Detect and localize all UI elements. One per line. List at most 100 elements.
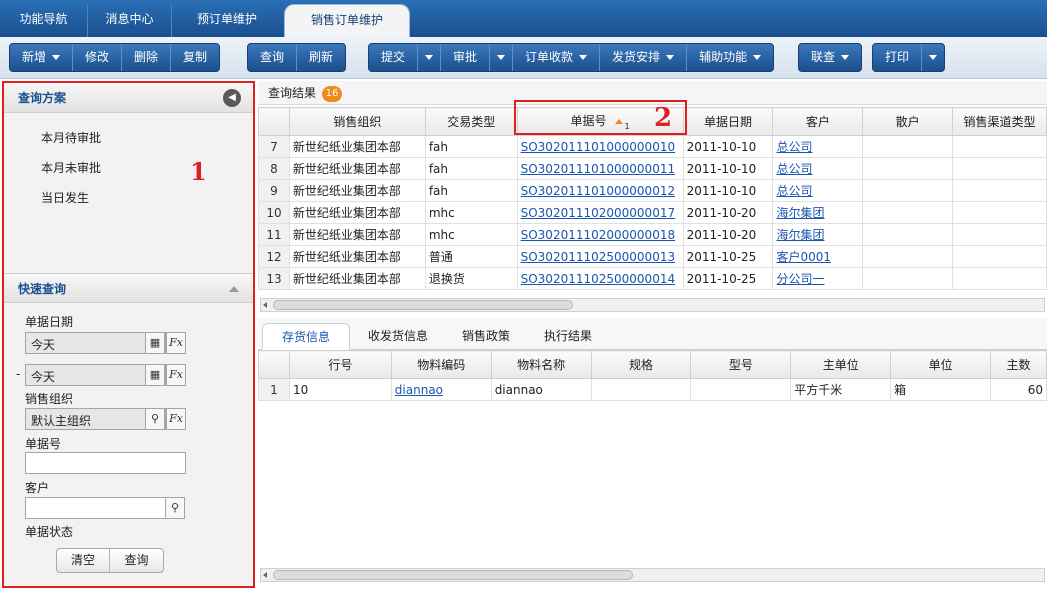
scrollbar-thumb[interactable] (273, 570, 633, 580)
table-row[interactable]: 12 新世纪纸业集团本部 普通 SO302011102500000013 201… (258, 245, 1047, 268)
customer-input[interactable]: ⚲ (25, 497, 185, 519)
col-header-main-unit[interactable]: 主单位 (790, 350, 892, 379)
results-horizontal-scrollbar[interactable] (260, 298, 1045, 312)
tab-preorder[interactable]: 预订单维护 (172, 4, 282, 37)
search-icon[interactable]: ⚲ (165, 497, 185, 519)
col-header-main-qty[interactable]: 主数 (990, 350, 1047, 379)
col-header-line-no[interactable]: 行号 (288, 350, 392, 379)
col-header-spec[interactable]: 规格 (590, 350, 692, 379)
customer-link[interactable]: 总公司 (776, 162, 812, 176)
table-row[interactable]: 11 新世纪纸业集团本部 mhc SO302011102000000018 20… (258, 223, 1047, 246)
cell-customer[interactable]: 海尔集团 (772, 223, 864, 246)
customer-link[interactable]: 分公司一 (776, 272, 824, 286)
col-header-channel-type[interactable]: 销售渠道类型 (952, 107, 1047, 136)
table-row[interactable]: 13 新世纪纸业集团本部 退换货 SO302011102500000014 20… (258, 267, 1047, 290)
cell-material-code[interactable]: diannao (390, 378, 492, 401)
clear-button[interactable]: 清空 (57, 549, 110, 572)
cell-doc-no[interactable]: SO302011101000000011 (516, 157, 684, 180)
customer-link[interactable]: 海尔集团 (776, 228, 824, 242)
doc-no-link[interactable]: SO302011102500000013 (521, 250, 676, 264)
tab-shipping-info[interactable]: 收发货信息 (354, 323, 442, 350)
table-row[interactable]: 9 新世纪纸业集团本部 fah SO302011101000000012 201… (258, 179, 1047, 202)
collapse-left-icon[interactable]: ◀ (223, 89, 241, 107)
tab-inventory-info[interactable]: 存货信息 (262, 323, 350, 350)
tab-message-center[interactable]: 消息中心 (88, 4, 172, 37)
col-header-material-name[interactable]: 物料名称 (490, 350, 592, 379)
auxiliary-button[interactable]: 辅助功能 (687, 44, 773, 71)
customer-link[interactable]: 客户0001 (776, 250, 831, 264)
cell-doc-no[interactable]: SO302011102000000017 (516, 201, 684, 224)
col-header-trade-type[interactable]: 交易类型 (424, 107, 518, 136)
col-header-model[interactable]: 型号 (690, 350, 792, 379)
scrollbar-thumb[interactable] (273, 300, 573, 310)
cell-doc-no[interactable]: SO302011101000000012 (516, 179, 684, 202)
doc-no-link[interactable]: SO302011102000000018 (521, 228, 676, 242)
material-code-link[interactable]: diannao (395, 383, 443, 397)
cell-customer[interactable]: 客户0001 (772, 245, 864, 268)
cell-doc-no[interactable]: SO302011102500000014 (516, 267, 684, 290)
tab-function-nav[interactable]: 功能导航 (0, 4, 88, 37)
col-header-doc-date[interactable]: 单据日期 (682, 107, 774, 136)
cell-customer[interactable]: 总公司 (772, 179, 864, 202)
table-row[interactable]: 1 10 diannao diannao 平方千米 箱 60 (258, 378, 1047, 401)
search-icon[interactable]: ⚲ (145, 408, 165, 430)
table-row[interactable]: 8 新世纪纸业集团本部 fah SO302011101000000011 201… (258, 157, 1047, 180)
doc-no-link[interactable]: SO302011101000000010 (521, 140, 676, 154)
customer-link[interactable]: 总公司 (776, 140, 812, 154)
print-button[interactable]: 打印 (873, 44, 923, 71)
cell-customer[interactable]: 总公司 (772, 157, 864, 180)
add-button[interactable]: 新增 (10, 44, 74, 71)
col-header-material-code[interactable]: 物料编码 (390, 350, 492, 379)
table-row[interactable]: 10 新世纪纸业集团本部 mhc SO302011102000000017 20… (258, 201, 1047, 224)
doc-no-link[interactable]: SO302011102500000014 (521, 272, 676, 286)
col-header-customer[interactable]: 客户 (772, 107, 864, 136)
col-header-unit[interactable]: 单位 (890, 350, 991, 379)
query-button[interactable]: 查询 (248, 44, 298, 71)
customer-link[interactable]: 海尔集团 (776, 206, 824, 220)
approve-dropdown[interactable] (490, 44, 514, 71)
cell-doc-no[interactable]: SO302011102000000018 (516, 223, 684, 246)
approve-button[interactable]: 审批 (441, 44, 491, 71)
formula-icon[interactable]: Fx (166, 332, 186, 354)
doc-no-link[interactable]: SO302011101000000011 (521, 162, 676, 176)
calendar-icon[interactable]: ▦ (145, 332, 165, 354)
order-payment-button[interactable]: 订单收款 (513, 44, 601, 71)
detail-horizontal-scrollbar[interactable] (260, 568, 1045, 582)
submit-button[interactable]: 提交 (369, 44, 419, 71)
sales-org-field[interactable]: 默认主组织 ⚲ Fx (25, 408, 186, 430)
calendar-icon[interactable]: ▦ (145, 364, 165, 386)
doc-no-input[interactable] (25, 452, 186, 474)
quick-query-button[interactable]: 查询 (110, 549, 163, 572)
doc-no-link[interactable]: SO302011102000000017 (521, 206, 676, 220)
cell-doc-no[interactable]: SO302011101000000010 (516, 135, 684, 158)
collapse-up-icon[interactable] (229, 286, 239, 292)
doc-no-link[interactable]: SO302011101000000012 (521, 184, 676, 198)
scheme-item-pending-approval[interactable]: 本月待审批 (4, 123, 253, 153)
refresh-button[interactable]: 刷新 (297, 44, 345, 71)
submit-dropdown[interactable] (418, 44, 442, 71)
customer-link[interactable]: 总公司 (776, 184, 812, 198)
print-dropdown[interactable] (922, 44, 944, 71)
formula-icon[interactable]: Fx (166, 408, 186, 430)
tab-sales-order[interactable]: 销售订单维护 (284, 4, 410, 37)
edit-button[interactable]: 修改 (73, 44, 123, 71)
cell-customer[interactable]: 海尔集团 (772, 201, 864, 224)
link-query-button[interactable]: 联查 (799, 44, 861, 71)
scheme-item-unapproved[interactable]: 本月未审批 (4, 153, 253, 183)
date-to-field[interactable]: 今天 ▦ Fx (25, 364, 186, 386)
date-from-field[interactable]: 今天 ▦ Fx (25, 332, 186, 354)
table-row[interactable]: 7 新世纪纸业集团本部 fah SO302011101000000010 201… (258, 135, 1047, 158)
tab-sales-policy[interactable]: 销售政策 (448, 323, 524, 350)
cell-customer[interactable]: 总公司 (772, 135, 864, 158)
col-header-retail[interactable]: 散户 (862, 107, 954, 136)
col-header-sales-org[interactable]: 销售组织 (288, 107, 426, 136)
scroll-left-arrow-icon[interactable] (263, 572, 267, 578)
scheme-item-today[interactable]: 当日发生 (4, 183, 253, 213)
tab-exec-result[interactable]: 执行结果 (530, 323, 606, 350)
delete-button[interactable]: 删除 (122, 44, 172, 71)
delivery-arrange-button[interactable]: 发货安排 (600, 44, 688, 71)
scroll-left-arrow-icon[interactable] (263, 302, 267, 308)
formula-icon[interactable]: Fx (166, 364, 186, 386)
cell-customer[interactable]: 分公司一 (772, 267, 864, 290)
copy-button[interactable]: 复制 (171, 44, 219, 71)
